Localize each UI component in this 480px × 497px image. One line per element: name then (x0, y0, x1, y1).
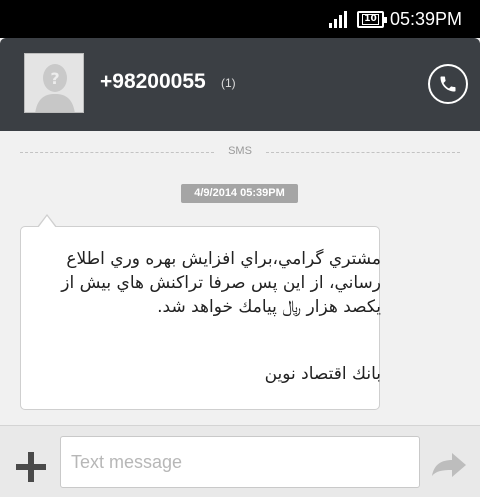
signal-strength-icon (329, 11, 347, 28)
message-timestamp: 4/9/2014 05:39PM (181, 184, 298, 203)
default-avatar-icon[interactable]: ? (24, 53, 84, 113)
message-bubble[interactable]: مشتري گرامي،براي افزايش بهره وري اطلاع ر… (20, 226, 381, 410)
message-type-divider: SMS (228, 145, 252, 157)
battery-level: 10 (362, 14, 379, 25)
thread-count: (1) (221, 76, 236, 90)
status-bar: 10 05:39PM (0, 0, 480, 38)
divider-line-right (266, 152, 460, 153)
message-signature: بانك اقتصاد نوين (264, 364, 381, 384)
conversation-header: ? +98200055 (1) (0, 38, 480, 131)
send-button[interactable] (430, 450, 468, 484)
svg-text:?: ? (50, 69, 59, 88)
message-input[interactable] (60, 436, 420, 488)
message-body: مشتري گرامي،براي افزايش بهره وري اطلاع ر… (61, 249, 381, 317)
battery-icon: 10 (357, 11, 387, 28)
plus-icon (16, 452, 46, 482)
attach-button[interactable] (14, 450, 48, 484)
send-arrow-icon (432, 453, 466, 477)
bubble-tail-inner (38, 216, 56, 228)
phone-icon (440, 76, 456, 92)
status-clock: 05:39PM (390, 9, 463, 29)
contact-number: +98200055 (100, 70, 206, 93)
compose-bar (0, 425, 480, 497)
divider-line-left (20, 152, 214, 153)
call-button[interactable] (428, 64, 468, 104)
